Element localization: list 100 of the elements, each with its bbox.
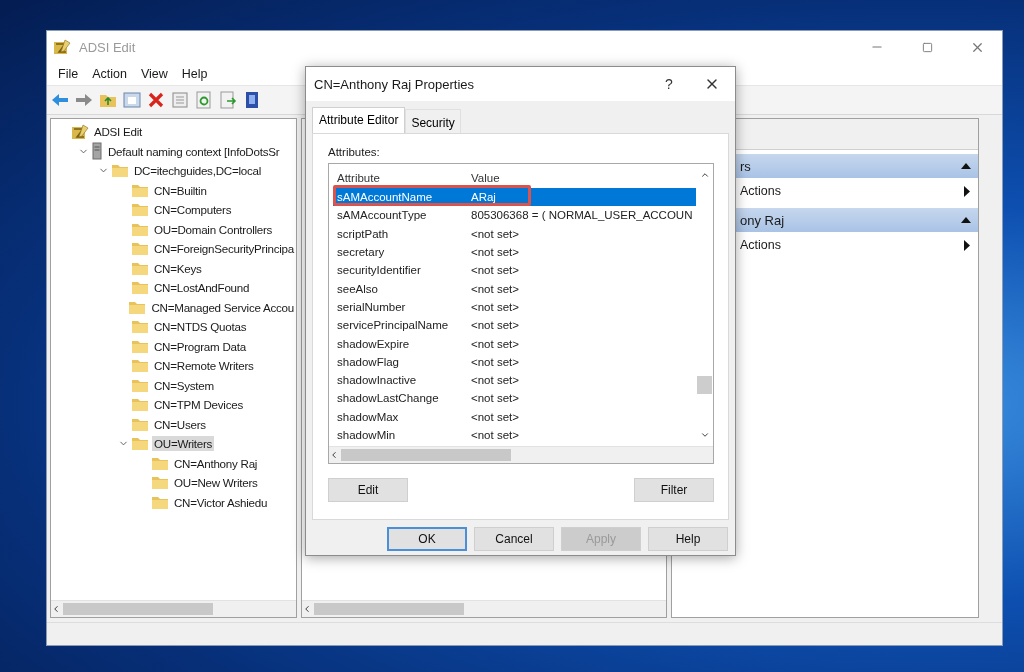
list-button[interactable]: Edit bbox=[328, 478, 408, 502]
attribute-row[interactable]: sAMAccountName ARaj bbox=[333, 188, 696, 207]
folder-icon bbox=[151, 475, 169, 491]
help-button[interactable]: ? bbox=[649, 76, 689, 92]
tree-item[interactable]: CN=Remote Writers bbox=[152, 358, 256, 374]
folder-icon bbox=[131, 280, 149, 296]
tree-item[interactable]: CN=NTDS Quotas bbox=[152, 319, 249, 335]
section-title: rs bbox=[740, 158, 752, 174]
attribute-row[interactable]: secretary <not set> bbox=[333, 242, 696, 262]
attribute-value: <not set> bbox=[470, 282, 520, 295]
console-tree-icon[interactable] bbox=[123, 91, 141, 109]
tree-item[interactable]: ADSI Edit bbox=[92, 124, 144, 140]
tree-item[interactable]: CN=Victor Ashiedu bbox=[172, 494, 270, 510]
horizontal-scrollbar[interactable] bbox=[302, 600, 666, 617]
attribute-name: sAMAccountName bbox=[336, 191, 434, 204]
tree-item[interactable]: CN=TPM Devices bbox=[152, 397, 245, 413]
dialog-button[interactable]: Help bbox=[648, 527, 728, 551]
scroll-left-icon[interactable] bbox=[51, 604, 61, 614]
menu-item[interactable]: View bbox=[133, 67, 175, 81]
tree-item[interactable]: CN=LostAndFound bbox=[152, 280, 252, 296]
column-header[interactable]: Attribute bbox=[333, 172, 467, 184]
tab[interactable]: Security bbox=[405, 109, 461, 133]
scroll-left-icon[interactable] bbox=[329, 450, 339, 460]
tree-item[interactable]: OU=New Writers bbox=[172, 475, 260, 491]
tree-item[interactable]: CN=Program Data bbox=[152, 338, 248, 354]
collapse-triangle-icon[interactable] bbox=[960, 162, 972, 170]
folder-icon bbox=[151, 494, 169, 510]
attribute-value: <not set> bbox=[470, 429, 520, 441]
folder-icon bbox=[131, 182, 149, 198]
tree-item[interactable]: CN=Anthony Raj bbox=[172, 455, 260, 471]
attribute-row[interactable]: shadowFlag <not set> bbox=[333, 352, 696, 371]
back-arrow-icon[interactable] bbox=[51, 91, 69, 109]
folder-icon bbox=[131, 221, 149, 237]
actions-item[interactable]: Actions bbox=[740, 184, 963, 198]
attribute-row[interactable]: shadowMin <not set> bbox=[333, 425, 696, 445]
attribute-name: servicePrincipalName bbox=[336, 319, 450, 332]
tab[interactable]: Attribute Editor bbox=[312, 107, 406, 133]
folder-icon bbox=[131, 416, 149, 432]
folder-icon bbox=[151, 455, 169, 471]
attribute-row[interactable]: shadowLastChange <not set> bbox=[333, 389, 696, 408]
attribute-name: serialNumber bbox=[336, 300, 407, 313]
delete-icon[interactable] bbox=[147, 91, 165, 109]
attribute-name: shadowExpire bbox=[336, 337, 411, 350]
menu-item[interactable]: Help bbox=[174, 67, 215, 81]
attribute-name: shadowLastChange bbox=[336, 392, 440, 405]
collapse-triangle-icon[interactable] bbox=[960, 216, 972, 224]
folder-icon bbox=[128, 299, 147, 315]
attribute-row[interactable]: shadowMax <not set> bbox=[333, 407, 696, 426]
attribute-row[interactable]: seeAlso <not set> bbox=[333, 279, 696, 298]
dialog-button[interactable]: Cancel bbox=[474, 527, 554, 551]
export-list-icon[interactable] bbox=[219, 91, 237, 109]
actions-item[interactable]: Actions bbox=[740, 238, 963, 252]
attribute-value: <not set> bbox=[470, 246, 520, 259]
help-book-icon[interactable] bbox=[243, 91, 261, 109]
scroll-left-icon[interactable] bbox=[302, 604, 312, 614]
menu-item[interactable]: Action bbox=[85, 67, 134, 81]
window-title: ADSI Edit bbox=[79, 39, 137, 55]
scroll-thumb[interactable] bbox=[697, 376, 712, 394]
horizontal-scrollbar[interactable] bbox=[329, 446, 713, 463]
attribute-row[interactable]: shadowExpire <not set> bbox=[333, 334, 696, 353]
server-icon bbox=[91, 142, 103, 161]
properties-icon[interactable] bbox=[171, 91, 189, 109]
scroll-down-icon[interactable] bbox=[699, 430, 710, 440]
tree-item[interactable]: DC=itechguides,DC=local bbox=[132, 163, 263, 179]
refresh-icon[interactable] bbox=[195, 91, 213, 109]
attribute-row[interactable]: servicePrincipalName <not set> bbox=[333, 316, 696, 335]
forward-arrow-icon[interactable] bbox=[75, 91, 93, 109]
attribute-name: seeAlso bbox=[336, 282, 379, 295]
submenu-triangle-icon[interactable] bbox=[963, 239, 970, 251]
attribute-name: shadowMin bbox=[336, 429, 397, 441]
attribute-row[interactable]: serialNumber <not set> bbox=[333, 297, 696, 317]
attribute-value: ARaj bbox=[470, 191, 497, 204]
horizontal-scrollbar[interactable] bbox=[51, 600, 296, 617]
attribute-row[interactable]: securityIdentifier <not set> bbox=[333, 261, 696, 280]
tree-item[interactable]: OU=Writers bbox=[152, 436, 215, 452]
tree-item[interactable]: CN=Computers bbox=[152, 202, 234, 218]
attribute-value: <not set> bbox=[470, 264, 520, 277]
tree-item[interactable]: CN=ForeignSecurityPrincipa bbox=[151, 241, 296, 257]
tree-item[interactable]: OU=Domain Controllers bbox=[152, 221, 275, 237]
scroll-up-icon[interactable] bbox=[699, 170, 710, 180]
submenu-triangle-icon[interactable] bbox=[963, 185, 970, 197]
folder-icon bbox=[111, 163, 129, 179]
attribute-row[interactable]: shadowInactive <not set> bbox=[333, 370, 696, 390]
tree-item[interactable]: Default naming context [InfoDotsSr bbox=[106, 143, 282, 159]
attributes-label: Attributes: bbox=[328, 146, 381, 158]
folder-icon bbox=[131, 338, 149, 354]
attribute-value: <not set> bbox=[470, 227, 520, 240]
menu-item[interactable]: File bbox=[51, 67, 86, 81]
attribute-name: shadowInactive bbox=[336, 374, 418, 387]
dialog-button[interactable]: OK bbox=[387, 527, 467, 551]
tree-item[interactable]: CN=System bbox=[152, 377, 216, 393]
adsi-edit-icon bbox=[71, 123, 89, 140]
list-button[interactable]: Filter bbox=[634, 478, 714, 502]
attribute-value: <not set> bbox=[470, 337, 520, 350]
tree-item[interactable]: CN=Keys bbox=[152, 260, 204, 276]
tree-item[interactable]: CN=Builtin bbox=[152, 182, 209, 198]
tree-item[interactable]: CN=Managed Service Accou bbox=[149, 299, 296, 315]
tree-item[interactable]: CN=Users bbox=[152, 416, 208, 432]
attribute-name: securityIdentifier bbox=[336, 264, 422, 277]
folder-icon bbox=[130, 241, 149, 257]
